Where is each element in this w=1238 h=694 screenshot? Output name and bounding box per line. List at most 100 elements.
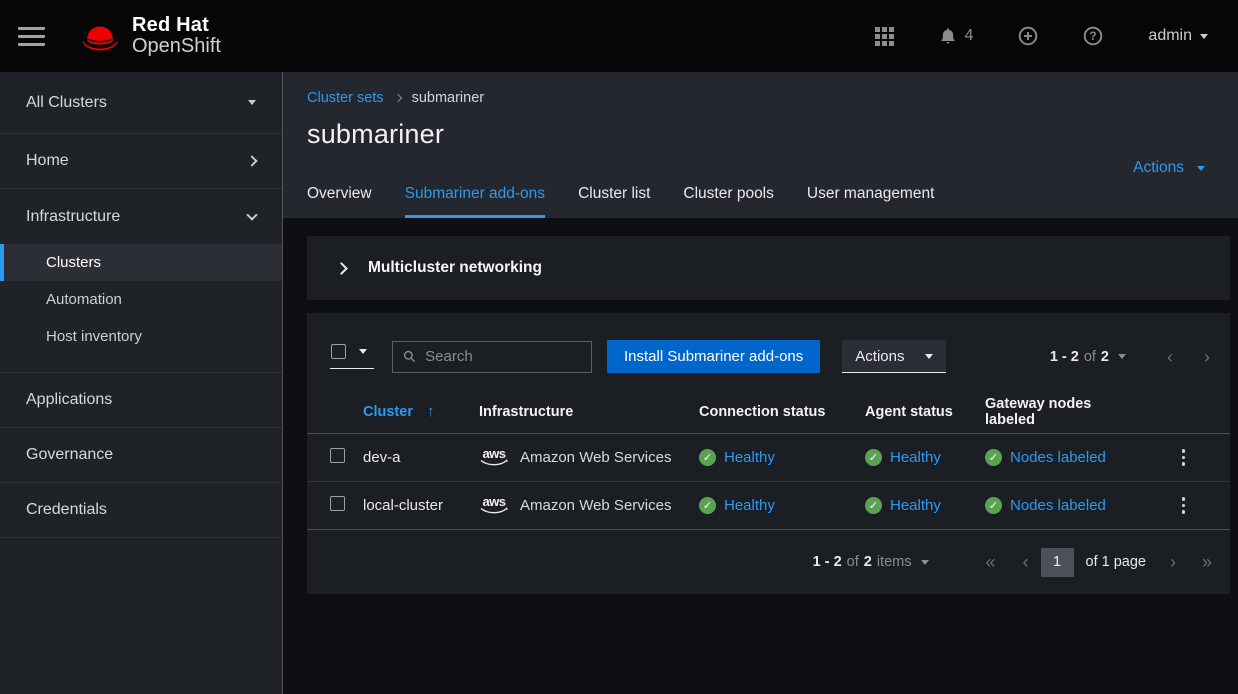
agent-status-link[interactable]: Healthy — [890, 449, 941, 466]
infrastructure-label: Amazon Web Services — [520, 497, 671, 514]
sidebar-item-infrastructure[interactable]: Infrastructure — [0, 189, 282, 244]
sidebar-item-home[interactable]: Home — [0, 134, 282, 189]
row-kebab-menu[interactable] — [1177, 444, 1191, 471]
sidebar-item-label: Governance — [26, 446, 113, 464]
column-header-cluster: Cluster — [363, 404, 413, 420]
previous-page-button[interactable]: ‹ — [1167, 348, 1173, 366]
sidebar-item-label: Applications — [26, 391, 112, 409]
sidebar-item-applications[interactable]: Applications — [0, 373, 282, 428]
sidebar-item-governance[interactable]: Governance — [0, 428, 282, 483]
svg-text:?: ? — [1090, 31, 1097, 43]
page-number-input[interactable] — [1041, 548, 1074, 577]
sidebar-item-credentials[interactable]: Credentials — [0, 483, 282, 538]
tab-overview[interactable]: Overview — [307, 175, 372, 218]
column-header-infrastructure: Infrastructure — [463, 404, 685, 420]
nav-toggle-icon[interactable] — [18, 27, 45, 46]
breadcrumb: Cluster sets submariner — [307, 90, 1208, 106]
help-button[interactable]: ? — [1083, 26, 1103, 46]
column-header-gateway-nodes: Gateway nodes labeled — [971, 396, 1137, 428]
notification-count: 4 — [965, 27, 974, 45]
sort-by-cluster-button[interactable]: Cluster ↑ — [363, 403, 434, 420]
aws-swoosh — [480, 459, 508, 467]
table-toolbar: Install Submariner add-ons Actions 1 - 2… — [307, 313, 1230, 373]
caret-down-icon — [1197, 166, 1205, 171]
pagination-bottom: 1 - 2 of 2 items « ‹ of 1 page › » — [307, 530, 1230, 594]
chevron-right-icon — [335, 262, 348, 275]
row-checkbox[interactable] — [330, 448, 345, 463]
search-input[interactable] — [425, 348, 581, 365]
tab-cluster-list[interactable]: Cluster list — [578, 175, 650, 218]
next-page-button[interactable]: › — [1170, 553, 1176, 571]
multicluster-networking-expandable[interactable]: Multicluster networking — [307, 236, 1230, 300]
chevron-right-icon — [393, 94, 401, 102]
submariner-addons-table-card: Install Submariner add-ons Actions 1 - 2… — [307, 313, 1230, 594]
app-launcher-button[interactable] — [875, 27, 894, 46]
sidebar-item-automation[interactable]: Automation — [0, 281, 282, 318]
sidebar-item-label: Home — [26, 152, 69, 170]
sidebar-item-label: Host inventory — [46, 328, 142, 345]
row-kebab-menu[interactable] — [1177, 492, 1191, 519]
caret-down-icon[interactable] — [921, 560, 929, 565]
last-page-button[interactable]: » — [1202, 553, 1212, 571]
check-circle-icon: ✓ — [985, 449, 1002, 466]
table-actions-dropdown[interactable]: Actions — [842, 340, 946, 373]
table-actions-label: Actions — [855, 348, 904, 365]
tab-cluster-pools[interactable]: Cluster pools — [683, 175, 773, 218]
grid-icon — [875, 27, 894, 46]
table-row-dev-a: dev-a aws Amazon Web Services — [307, 434, 1230, 482]
perspective-label: All Clusters — [26, 94, 107, 112]
connection-status-link[interactable]: Healthy — [724, 497, 775, 514]
perspective-switcher[interactable]: All Clusters — [0, 72, 282, 134]
column-header-agent-status: Agent status — [851, 404, 971, 420]
redhat-fedora-icon — [78, 21, 122, 52]
notifications-button[interactable]: 4 — [939, 27, 974, 45]
connection-status-link[interactable]: Healthy — [724, 449, 775, 466]
sidebar-item-clusters[interactable]: Clusters — [0, 244, 282, 281]
brand-line1: Red Hat — [132, 15, 221, 36]
install-submariner-addons-button[interactable]: Install Submariner add-ons — [607, 340, 820, 373]
tab-submariner-add-ons[interactable]: Submariner add-ons — [405, 175, 545, 218]
brand-line2: OpenShift — [132, 36, 221, 57]
main-area: Cluster sets submariner submariner Actio… — [283, 72, 1238, 694]
tab-user-management[interactable]: User management — [807, 175, 935, 218]
caret-down-icon — [1200, 34, 1208, 39]
pagination-of: of — [847, 554, 859, 570]
pagination-range: 1 - 2 — [813, 554, 842, 570]
next-page-button[interactable]: › — [1204, 348, 1210, 366]
column-header-connection-status: Connection status — [685, 404, 851, 420]
pagination-of: of — [1084, 349, 1096, 365]
pagination-total: 2 — [1101, 349, 1109, 365]
first-page-button[interactable]: « — [985, 553, 995, 571]
previous-page-button[interactable]: ‹ — [1023, 553, 1029, 571]
check-circle-icon: ✓ — [699, 497, 716, 514]
question-circle-icon: ? — [1083, 26, 1103, 46]
agent-status-link[interactable]: Healthy — [890, 497, 941, 514]
chevron-down-icon — [246, 209, 257, 220]
redhat-openshift-logo[interactable]: Red Hat OpenShift — [78, 15, 221, 57]
page-header: Cluster sets submariner submariner Actio… — [283, 72, 1238, 218]
table-header-row: Cluster ↑ Infrastructure Connection stat… — [307, 390, 1230, 434]
sidebar-item-label: Credentials — [26, 501, 107, 519]
pagination-of-page: of 1 page — [1086, 554, 1146, 570]
sort-ascending-icon: ↑ — [427, 403, 435, 420]
sidebar-item-host-inventory[interactable]: Host inventory — [0, 318, 282, 355]
gateway-nodes-link[interactable]: Nodes labeled — [1010, 449, 1106, 466]
breadcrumb-link-cluster-sets[interactable]: Cluster sets — [307, 90, 384, 106]
user-menu-button[interactable]: admin — [1148, 27, 1208, 45]
search-icon — [403, 349, 416, 364]
page-body: All Clusters Home Infrastructure Cluster… — [0, 72, 1238, 694]
sidebar-nav: All Clusters Home Infrastructure Cluster… — [0, 72, 283, 694]
caret-down-icon — [359, 349, 367, 354]
create-button[interactable] — [1018, 26, 1038, 46]
gateway-nodes-link[interactable]: Nodes labeled — [1010, 497, 1106, 514]
bulk-select-checkbox[interactable] — [331, 344, 346, 359]
sidebar-item-label: Automation — [46, 291, 122, 308]
caret-down-icon[interactable] — [1118, 354, 1126, 359]
bulk-select-dropdown[interactable] — [330, 344, 374, 369]
infrastructure-label: Amazon Web Services — [520, 449, 671, 466]
brand-text: Red Hat OpenShift — [132, 15, 221, 57]
hamburger-bar — [18, 27, 45, 30]
table-row-local-cluster: local-cluster aws Amazon Web Services — [307, 482, 1230, 530]
page-actions-dropdown[interactable]: Actions — [1133, 159, 1205, 177]
row-checkbox[interactable] — [330, 496, 345, 511]
